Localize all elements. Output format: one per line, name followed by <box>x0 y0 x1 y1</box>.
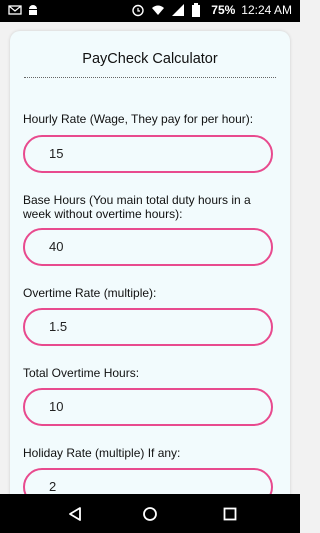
navigation-bar <box>0 494 300 533</box>
home-icon[interactable] <box>139 503 161 525</box>
wifi-icon <box>151 3 165 17</box>
signal-icon <box>171 3 185 17</box>
overtime-rate-input[interactable]: 1.5 <box>23 308 273 346</box>
battery-icon <box>191 3 205 17</box>
title-divider <box>24 77 276 78</box>
overtime-rate-label: Overtime Rate (multiple): <box>23 286 157 300</box>
page-title: PayCheck Calculator <box>82 51 218 67</box>
android-icon <box>26 3 40 17</box>
calculator-card: PayCheck Calculator Hourly Rate (Wage, T… <box>10 31 290 506</box>
battery-percent: 75% <box>211 3 236 17</box>
hourly-rate-label: Hourly Rate (Wage, They pay for per hour… <box>23 112 254 126</box>
holiday-rate-label: Holiday Rate (multiple) If any: <box>23 446 181 460</box>
alarm-icon <box>131 3 145 17</box>
back-icon[interactable] <box>64 503 86 525</box>
hourly-rate-input[interactable]: 15 <box>23 135 273 173</box>
base-hours-input[interactable]: 40 <box>23 228 273 266</box>
base-hours-label: Base Hours (You main total duty hours in… <box>23 193 251 221</box>
mail-icon <box>8 3 22 17</box>
status-bar: 75% 12:24 AM <box>0 0 300 22</box>
clock: 12:24 AM <box>241 3 292 17</box>
overtime-hours-input[interactable]: 10 <box>23 388 273 426</box>
recents-icon[interactable] <box>219 503 241 525</box>
overtime-hours-label: Total Overtime Hours: <box>23 366 140 380</box>
